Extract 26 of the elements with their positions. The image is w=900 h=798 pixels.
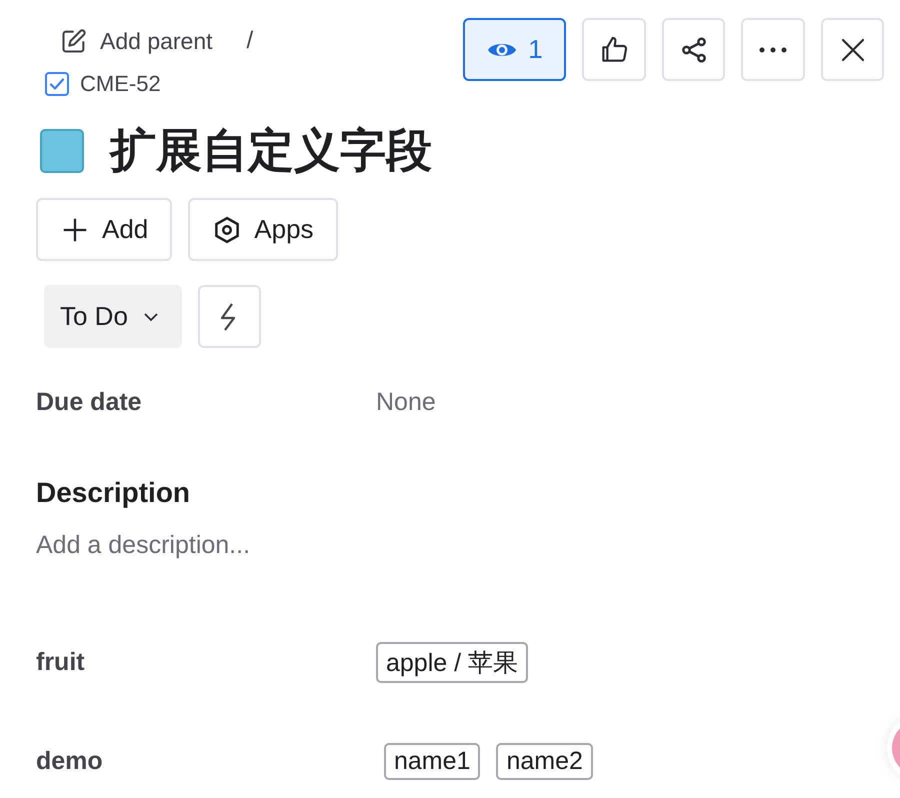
field-label: fruit (36, 648, 86, 677)
add-button[interactable]: Add (36, 198, 172, 261)
status-dropdown[interactable]: To Do (44, 285, 182, 348)
section-heading: Description (36, 477, 192, 509)
chevron-down-icon (142, 310, 160, 322)
issue-key-link[interactable]: CME-52 (80, 71, 161, 97)
tag: name1 (384, 743, 480, 780)
issue-type-icon (40, 129, 84, 173)
field-label: Due date (36, 388, 143, 417)
issue-title: 扩展自定义字段 (110, 123, 432, 178)
add-parent-button[interactable]: Add parent (60, 27, 213, 55)
description-field[interactable]: Add a description... (36, 531, 900, 560)
apps-button[interactable]: Apps (188, 198, 338, 261)
watch-button[interactable]: 1 (463, 18, 566, 81)
close-icon (840, 36, 866, 62)
share-button[interactable] (662, 18, 725, 81)
like-button[interactable] (582, 18, 646, 81)
field-label: demo (36, 747, 104, 776)
breadcrumb-separator: / (246, 27, 254, 55)
close-button[interactable] (821, 18, 884, 81)
edit-icon (60, 27, 88, 55)
field-value[interactable]: None (376, 388, 436, 417)
more-icon (757, 46, 789, 54)
tag: name2 (496, 743, 593, 780)
tag: apple / 苹果 (376, 642, 528, 683)
automation-button[interactable] (198, 285, 261, 348)
